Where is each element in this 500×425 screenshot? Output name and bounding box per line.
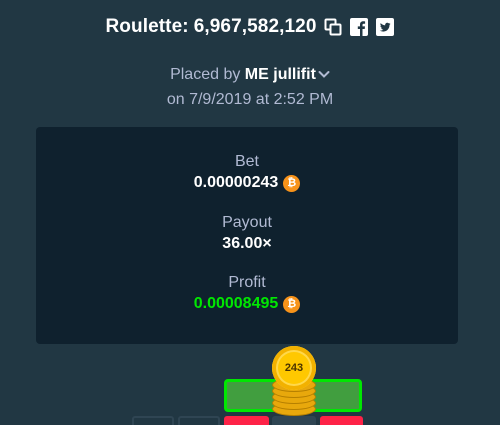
bet-stat: Bet 0.00000243 ₿ (36, 153, 458, 192)
chip-stack: 243 (272, 346, 316, 418)
placed-by-line: Placed by ME jullifit (0, 66, 500, 84)
profit-stat: Profit 0.00008495 ₿ (36, 274, 458, 313)
bet-details-page: Roulette: 6,967,582,120 Placed by ME jul… (0, 0, 500, 425)
chip-amount: 243 (284, 362, 304, 374)
twitter-icon[interactable] (375, 17, 395, 37)
facebook-icon[interactable] (349, 17, 369, 37)
profit-label: Profit (228, 274, 266, 291)
bet-id: 6,967,582,120 (193, 16, 317, 37)
title-row: Roulette: 6,967,582,120 (0, 16, 500, 38)
bet-stats-card: Bet 0.00000243 ₿ Payout 36.00× Profit 0.… (36, 127, 458, 344)
game-title: Roulette: (105, 16, 189, 37)
user-link[interactable]: ME jullifit (245, 66, 316, 83)
chip-icon: 243 (272, 346, 316, 390)
roulette-cell-red[interactable] (320, 416, 363, 425)
roulette-cell[interactable] (132, 416, 174, 425)
payout-stat: Payout 36.00× (36, 214, 458, 253)
bet-date: on 7/9/2019 at 2:52 PM (166, 91, 334, 108)
bet-amount: 0.00000243 (193, 174, 279, 191)
payout-label: Payout (222, 214, 272, 231)
bet-label: Bet (234, 153, 259, 170)
payout-multiplier: 36.00× (222, 235, 272, 252)
roulette-cell[interactable] (178, 416, 220, 425)
copy-icon[interactable] (323, 17, 343, 37)
placed-by-label: Placed by (170, 66, 241, 84)
bitcoin-icon: ₿ (283, 174, 301, 192)
profit-amount: 0.00008495 (193, 295, 279, 312)
bet-value-row: 0.00000243 ₿ (194, 174, 301, 192)
bitcoin-icon: ₿ (283, 295, 301, 313)
payout-value-row: 36.00× (222, 235, 271, 253)
profit-value-row: 0.00008495 ₿ (194, 295, 301, 313)
roulette-cell-red[interactable] (224, 416, 269, 425)
chevron-down-icon[interactable] (318, 66, 330, 84)
